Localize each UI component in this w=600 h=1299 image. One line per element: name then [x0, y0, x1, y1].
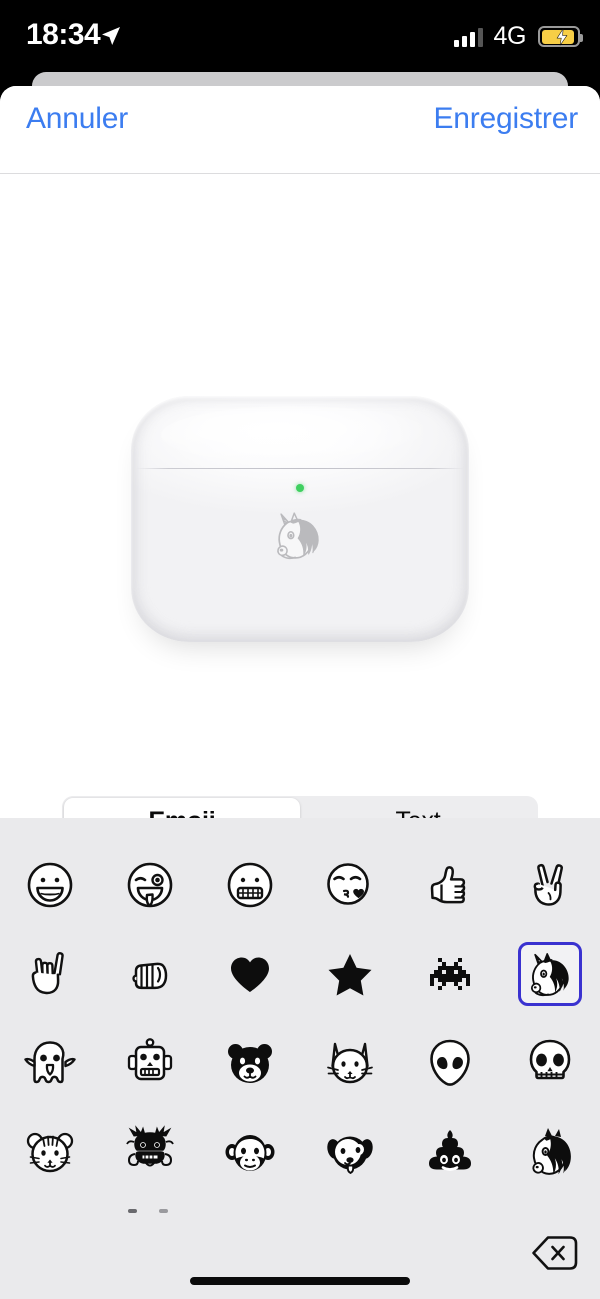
grimacing-face-icon [222, 857, 278, 913]
status-bar-indicators: 4G [454, 22, 583, 50]
unicorn-icon [518, 941, 582, 1006]
cat-face-icon [322, 1035, 378, 1091]
star-icon [322, 946, 378, 1002]
alien-icon [422, 1035, 478, 1091]
airpods-case-preview [131, 396, 469, 642]
emoji-key-dog-face[interactable] [300, 1107, 400, 1196]
emoji-key-cat-face[interactable] [300, 1018, 400, 1107]
status-bar: 18:34 4G [0, 0, 600, 72]
battery-charging-icon [538, 26, 583, 47]
winking-face-with-tongue-icon [122, 857, 178, 913]
cellular-signal-icon [454, 27, 484, 47]
emoji-key-thumbs-up[interactable] [400, 840, 500, 929]
emoji-key-face-blowing-a-kiss[interactable] [300, 840, 400, 929]
emoji-row [0, 840, 600, 929]
ghost-icon [22, 1035, 78, 1091]
engraving-preview-area: Emoji Text [0, 174, 600, 846]
home-indicator [190, 1277, 410, 1285]
oncoming-fist-icon [122, 946, 178, 1002]
pile-of-poo-icon [422, 1124, 478, 1180]
modal-nav-bar: Annuler Enregistrer [0, 86, 600, 174]
alien-monster-icon [422, 946, 478, 1002]
skull-icon [522, 1035, 578, 1091]
save-button[interactable]: Enregistrer [433, 102, 578, 136]
case-status-led [296, 484, 304, 492]
dog-face-icon [322, 1124, 378, 1180]
emoji-key-tiger-face[interactable] [0, 1107, 100, 1196]
thumbs-up-icon [422, 857, 478, 913]
bear-face-icon [222, 1035, 278, 1091]
case-engraving-unicorn-icon [277, 512, 319, 560]
emoji-key-star[interactable] [300, 929, 400, 1018]
network-type-label: 4G [493, 22, 526, 50]
emoji-key-black-heart[interactable] [200, 929, 300, 1018]
emoji-key-monkey-face[interactable] [200, 1107, 300, 1196]
grinning-face-icon [22, 857, 78, 913]
emoji-row [0, 1018, 600, 1107]
emoji-key-horse-face[interactable] [500, 1107, 600, 1196]
emoji-row [0, 929, 600, 1018]
emoji-key-ghost[interactable] [0, 1018, 100, 1107]
emoji-key-grinning-face[interactable] [0, 840, 100, 929]
emoji-key-winking-face-with-tongue[interactable] [100, 840, 200, 929]
phone-screen: 18:34 4G Annuler Enregistrer [0, 0, 600, 1299]
emoji-key-skull[interactable] [500, 1018, 600, 1107]
emoji-key-grimacing-face[interactable] [200, 840, 300, 929]
emoji-row [0, 1107, 600, 1196]
page-dot-2[interactable] [159, 1209, 168, 1213]
emoji-key-alien[interactable] [400, 1018, 500, 1107]
monkey-face-icon [222, 1124, 278, 1180]
location-arrow-icon [102, 27, 120, 45]
emoji-key-oncoming-fist[interactable] [100, 929, 200, 1018]
black-heart-icon [222, 946, 278, 1002]
emoji-key-pile-of-poo[interactable] [400, 1107, 500, 1196]
tiger-face-icon [22, 1124, 78, 1180]
emoji-key-victory-hand[interactable] [500, 840, 600, 929]
engraving-modal-sheet: Annuler Enregistrer [0, 86, 600, 1299]
backspace-delete-icon[interactable] [531, 1235, 579, 1271]
case-lid-seam [136, 468, 464, 469]
face-blowing-a-kiss-icon [322, 857, 378, 913]
dragon-face-icon [122, 1124, 178, 1180]
robot-icon [122, 1035, 178, 1091]
cancel-button[interactable]: Annuler [26, 102, 128, 136]
victory-hand-icon [522, 857, 578, 913]
emoji-key-bear-face[interactable] [200, 1018, 300, 1107]
emoji-key-unicorn[interactable] [500, 929, 600, 1018]
horse-face-icon [522, 1124, 578, 1180]
love-you-gesture-icon [22, 946, 78, 1002]
keyboard-page-indicator [128, 1209, 168, 1213]
emoji-grid [0, 840, 600, 1196]
status-bar-time: 18:34 [26, 18, 101, 51]
emoji-key-alien-monster[interactable] [400, 929, 500, 1018]
emoji-keyboard [0, 818, 600, 1299]
page-dot-1[interactable] [128, 1209, 137, 1213]
emoji-key-robot[interactable] [100, 1018, 200, 1107]
emoji-key-love-you-gesture[interactable] [0, 929, 100, 1018]
charging-bolt-icon [556, 28, 568, 46]
case-gloss-highlight [161, 406, 431, 464]
emoji-key-dragon-face[interactable] [100, 1107, 200, 1196]
